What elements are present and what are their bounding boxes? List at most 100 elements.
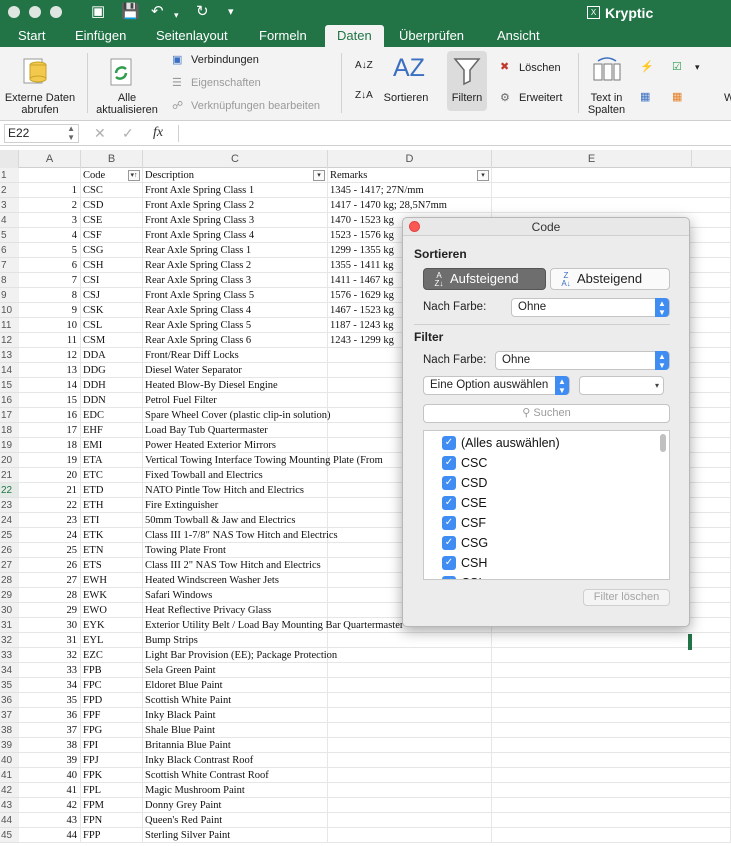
row-number[interactable]: 18 <box>0 423 19 438</box>
row-number[interactable]: 2 <box>0 183 19 198</box>
cell-description[interactable]: Scottish White Paint <box>143 693 328 708</box>
cell-description[interactable]: Towing Plate Front <box>143 543 328 558</box>
cell-number[interactable]: 27 <box>19 573 81 588</box>
cell-number[interactable]: 9 <box>19 303 81 318</box>
cell-number[interactable]: 1 <box>19 183 81 198</box>
cell-remarks[interactable] <box>328 663 492 678</box>
cell[interactable] <box>492 768 731 783</box>
cell-description[interactable]: Spare Wheel Cover (plastic clip-in solut… <box>143 408 331 423</box>
checkbox-checked-icon[interactable]: ✓ <box>442 496 456 510</box>
cell-description[interactable]: Exterior Utility Belt / Load Bay Mountin… <box>143 618 403 633</box>
cell-description[interactable]: Donny Grey Paint <box>143 798 328 813</box>
sort-az-icon[interactable]: A↓Z <box>355 59 373 72</box>
row-number[interactable]: 23 <box>0 498 19 513</box>
cell-code[interactable]: DDG <box>81 363 143 378</box>
consolidate-icon[interactable]: ▦ <box>640 91 650 104</box>
cell-code[interactable]: ETA <box>81 453 143 468</box>
row-number[interactable]: 31 <box>0 618 19 633</box>
tab-daten[interactable]: Daten <box>325 25 384 47</box>
checkbox-checked-icon[interactable]: ✓ <box>442 456 456 470</box>
row-number[interactable]: 35 <box>0 678 19 693</box>
checkbox-checked-icon[interactable]: ✓ <box>442 516 456 530</box>
cell-code[interactable]: FPN <box>81 813 143 828</box>
cell-number[interactable]: 35 <box>19 693 81 708</box>
row-number[interactable]: 41 <box>0 768 19 783</box>
row-number[interactable]: 5 <box>0 228 19 243</box>
cell-code[interactable]: EWO <box>81 603 143 618</box>
cell-number[interactable]: 6 <box>19 258 81 273</box>
cell-remarks[interactable] <box>328 798 492 813</box>
cell-description[interactable]: Inky Black Contrast Roof <box>143 753 328 768</box>
cell-number[interactable]: 4 <box>19 228 81 243</box>
cell-description[interactable]: Rear Axle Spring Class 5 <box>143 318 328 333</box>
name-box-stepper-icon[interactable]: ▲ ▼ <box>67 124 75 142</box>
cell-code[interactable]: ETH <box>81 498 143 513</box>
cell-number[interactable]: 38 <box>19 738 81 753</box>
checkbox-checked-icon[interactable]: ✓ <box>442 556 456 570</box>
cell[interactable] <box>492 168 731 183</box>
row-number[interactable]: 10 <box>0 303 19 318</box>
flash-fill-icon[interactable]: ⚡ <box>640 61 654 74</box>
edit-links-button[interactable]: Verknüpfungen bearbeiten <box>191 100 320 113</box>
data-validation-icon[interactable]: ☑ <box>672 61 682 74</box>
checkbox-checked-icon[interactable]: ✓ <box>442 476 456 490</box>
cell-code[interactable]: ETC <box>81 468 143 483</box>
sidebar-toggle-icon[interactable]: ▣ <box>91 3 105 21</box>
column-header-a[interactable]: A <box>19 150 81 168</box>
cell-code[interactable]: DDN <box>81 393 143 408</box>
cell-description[interactable]: Class III 2" NAS Tow Hitch and Electrics <box>143 558 328 573</box>
row-number[interactable]: 27 <box>0 558 19 573</box>
cell-code[interactable]: FPB <box>81 663 143 678</box>
cell-description[interactable]: Fire Extinguisher <box>143 498 328 513</box>
cell-description[interactable]: Magic Mushroom Paint <box>143 783 328 798</box>
cell-code[interactable]: FPM <box>81 798 143 813</box>
save-icon[interactable]: 💾 <box>121 3 140 21</box>
cell-description[interactable]: Heated Windscreen Washer Jets <box>143 573 328 588</box>
cell-number[interactable]: 16 <box>19 408 81 423</box>
row-number[interactable]: 19 <box>0 438 19 453</box>
cell-code[interactable]: FPK <box>81 768 143 783</box>
cell-description[interactable]: Front Axle Spring Class 3 <box>143 213 328 228</box>
cell-code[interactable]: ETD <box>81 483 143 498</box>
cell-number[interactable]: 17 <box>19 423 81 438</box>
row-number[interactable]: 30 <box>0 603 19 618</box>
list-scrollbar[interactable] <box>660 434 666 452</box>
window-minimize-button[interactable] <box>29 6 41 18</box>
row-number[interactable]: 38 <box>0 723 19 738</box>
cell-remarks[interactable] <box>328 708 492 723</box>
cell-number[interactable]: 42 <box>19 798 81 813</box>
row-number[interactable]: 28 <box>0 573 19 588</box>
cell-number[interactable]: 20 <box>19 468 81 483</box>
cell-number[interactable]: 12 <box>19 348 81 363</box>
row-number[interactable]: 34 <box>0 663 19 678</box>
cell[interactable] <box>492 753 731 768</box>
properties-button[interactable]: Eigenschaften <box>191 77 261 90</box>
cell-code[interactable]: EZC <box>81 648 143 663</box>
cell-code[interactable]: FPG <box>81 723 143 738</box>
cell-description[interactable]: Sela Green Paint <box>143 663 328 678</box>
cell-description[interactable]: Petrol Fuel Filter <box>143 393 328 408</box>
cell-description[interactable]: Shale Blue Paint <box>143 723 328 738</box>
row-number[interactable]: 39 <box>0 738 19 753</box>
cell-description[interactable]: Rear Axle Spring Class 3 <box>143 273 328 288</box>
tab-ueberpruefen[interactable]: Überprüfen <box>390 25 473 47</box>
cell-number[interactable]: 25 <box>19 543 81 558</box>
cell-description[interactable]: Vertical Towing Interface Towing Mountin… <box>143 453 383 468</box>
cell-description[interactable]: Load Bay Tub Quartermaster <box>143 423 328 438</box>
cell-number[interactable]: 8 <box>19 288 81 303</box>
filter-dropdown-icon[interactable]: ▾ <box>313 170 325 181</box>
checkbox-checked-icon[interactable]: ✓ <box>442 576 456 579</box>
cell-code[interactable]: FPP <box>81 828 143 843</box>
cell-remarks[interactable] <box>328 738 492 753</box>
cell-description[interactable]: Front Axle Spring Class 2 <box>143 198 328 213</box>
clear-filter-button[interactable]: Filter löschen <box>583 589 670 606</box>
row-number[interactable]: 32 <box>0 633 19 648</box>
cell-number[interactable]: 11 <box>19 333 81 348</box>
cell[interactable] <box>492 783 731 798</box>
row-number[interactable]: 7 <box>0 258 19 273</box>
cell-number[interactable]: 30 <box>19 618 81 633</box>
cell-code[interactable]: DDA <box>81 348 143 363</box>
tab-start[interactable]: Start <box>9 25 54 47</box>
cell-number[interactable]: 34 <box>19 678 81 693</box>
filter-dropdown-sorted-icon[interactable]: ▾↑ <box>128 170 140 181</box>
